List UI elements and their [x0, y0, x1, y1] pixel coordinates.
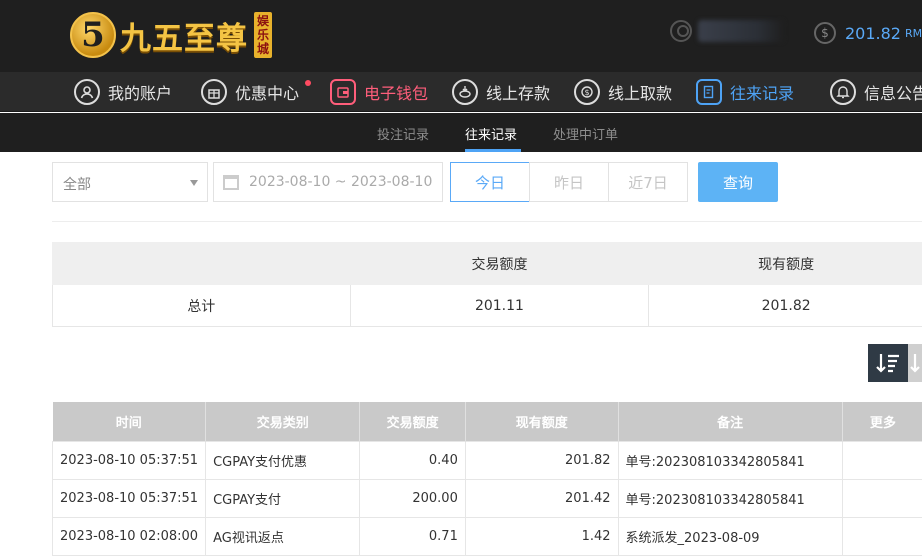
- deposit-icon: [452, 79, 478, 105]
- balance-currency: RMB: [904, 26, 922, 40]
- cell-amount: 0.40: [359, 440, 466, 480]
- nav-item-promotions[interactable]: 优惠中心: [201, 78, 312, 106]
- notification-dot: [305, 80, 312, 86]
- table-row[interactable]: 2023-08-10 02:08:00 AG视讯返点 0.71 1.42 系统派…: [51, 516, 922, 556]
- nav-label: 线上存款: [486, 84, 551, 103]
- column-header-remark: 备注: [618, 402, 843, 441]
- summary-header-cell: 交易额度: [349, 242, 650, 285]
- chevron-down-icon: [190, 180, 198, 186]
- summary-header-row: 交易额度 现有额度: [52, 242, 922, 285]
- tab-bet-records[interactable]: 投注记录: [377, 124, 429, 143]
- cell-time: 2023-08-10 05:37:51: [51, 440, 207, 480]
- cell-type: AG视讯返点: [205, 516, 361, 556]
- cell-time: 2023-08-10 02:08:00: [51, 516, 207, 556]
- nav-label: 优惠中心: [235, 84, 300, 103]
- cell-balance: 201.42: [464, 478, 619, 518]
- type-select-value: 全部: [63, 177, 91, 193]
- tab-pending-orders[interactable]: 处理中订单: [553, 124, 618, 143]
- user-icon: [74, 79, 100, 105]
- column-header-time: 时间: [52, 402, 207, 441]
- column-header-more: 更多: [842, 402, 922, 441]
- cell-type: CGPAY支付: [205, 478, 361, 518]
- nav-item-announcements[interactable]: 信息公告: [830, 78, 922, 106]
- nav-label: 我的账户: [108, 84, 173, 103]
- logo[interactable]: 5 九五至尊 娱乐城: [70, 8, 272, 62]
- user-icon: [670, 20, 692, 42]
- cell-balance: 1.42: [464, 516, 619, 556]
- tab-transaction-records[interactable]: 往来记录: [465, 124, 517, 143]
- cell-amount: 0.71: [359, 516, 466, 556]
- active-tab-indicator: [465, 149, 521, 152]
- bell-icon: [830, 79, 856, 105]
- nav-item-transaction-records[interactable]: 往来记录: [696, 78, 794, 106]
- wallet-icon: [330, 79, 356, 105]
- cell-remark: 单号:202308103342805841: [617, 478, 843, 518]
- sort-ascending-button[interactable]: [908, 344, 922, 382]
- summary-cell: 201.82: [648, 284, 922, 327]
- nav-label: 信息公告: [864, 84, 922, 103]
- sub-nav: 投注记录 往来记录 处理中订单: [0, 113, 922, 152]
- yesterday-button[interactable]: 昨日: [529, 162, 609, 202]
- today-button[interactable]: 今日: [450, 162, 530, 202]
- cell-amount: 200.00: [359, 478, 466, 518]
- withdraw-icon: $: [574, 79, 600, 105]
- logo-text: 九五至尊: [120, 20, 248, 57]
- svg-text:$: $: [584, 88, 589, 97]
- nav-label: 往来记录: [730, 84, 795, 103]
- cell-remark: 单号:202308103342805841: [617, 440, 843, 480]
- username-blurred: [698, 20, 784, 42]
- column-header-balance: 现有额度: [465, 402, 619, 441]
- nav-label: 线上取款: [608, 84, 673, 103]
- cell-more[interactable]: [841, 440, 922, 480]
- cell-more[interactable]: [841, 516, 922, 556]
- table-row[interactable]: 2023-08-10 05:37:51 CGPAY支付优惠 0.40 201.8…: [51, 440, 922, 480]
- logo-badge: 娱乐城: [254, 12, 272, 58]
- records-icon: [696, 79, 722, 105]
- main-nav: 我的账户 优惠中心 电子钱包 线上存款 $ 线上取款 往来记录 信息公告: [0, 72, 922, 112]
- balance-amount: 201.82: [845, 23, 901, 43]
- cell-balance: 201.82: [464, 440, 619, 480]
- date-range-input[interactable]: 2023-08-10 ~ 2023-08-10: [213, 162, 443, 202]
- nav-item-online-withdraw[interactable]: $ 线上取款: [574, 78, 672, 106]
- gift-icon: [201, 79, 227, 105]
- summary-total-row: 总计 201.11 201.82: [52, 284, 922, 327]
- type-select[interactable]: 全部: [52, 162, 208, 202]
- user-info[interactable]: [670, 20, 784, 42]
- balance-display: $ 201.82 RMB: [814, 22, 922, 44]
- sort-descending-button[interactable]: [868, 344, 908, 382]
- records-table: 时间 交易类别 交易额度 现有额度 备注 更多 2023-08-10 05:37…: [51, 402, 922, 556]
- calendar-icon: [223, 174, 239, 190]
- column-header-type: 交易类别: [205, 402, 361, 441]
- summary-header-cell: 现有额度: [648, 242, 922, 285]
- cell-remark: 系统派发_2023-08-09: [617, 516, 843, 556]
- nav-item-my-account[interactable]: 我的账户: [74, 78, 172, 106]
- table-header-row: 时间 交易类别 交易额度 现有额度 备注 更多: [52, 402, 922, 441]
- dollar-coin-icon: $: [814, 22, 836, 44]
- top-bar: 5 九五至尊 娱乐城 $ 201.82 RMB: [0, 0, 922, 72]
- column-header-amount: 交易额度: [359, 402, 466, 441]
- summary-header-cell: [52, 242, 351, 285]
- divider: [52, 221, 922, 222]
- cell-time: 2023-08-10 05:37:51: [51, 478, 207, 518]
- sort-descending-icon: [876, 354, 899, 373]
- summary-cell: 201.11: [349, 284, 650, 327]
- summary-table: 交易额度 现有额度 总计 201.11 201.82: [52, 242, 922, 327]
- summary-cell: 总计: [52, 284, 351, 327]
- nav-item-online-deposit[interactable]: 线上存款: [452, 78, 550, 106]
- sort-ascending-icon: [910, 354, 920, 373]
- cell-type: CGPAY支付优惠: [205, 440, 361, 480]
- date-range-value: 2023-08-10 ~ 2023-08-10: [249, 174, 433, 190]
- cell-more[interactable]: [841, 478, 922, 518]
- nav-item-e-wallet[interactable]: 电子钱包: [330, 78, 428, 106]
- logo-mark: 5: [70, 12, 116, 58]
- nav-label: 电子钱包: [364, 84, 429, 103]
- last-7-days-button[interactable]: 近7日: [608, 162, 688, 202]
- table-row[interactable]: 2023-08-10 05:37:51 CGPAY支付 200.00 201.4…: [51, 478, 922, 518]
- search-button[interactable]: 查询: [698, 162, 778, 202]
